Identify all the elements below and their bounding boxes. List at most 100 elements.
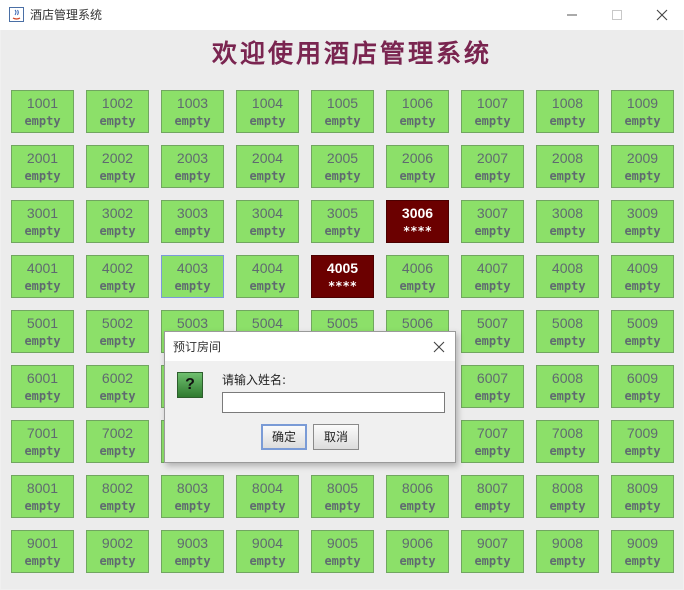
room-button-1007[interactable]: 1007 empty xyxy=(461,90,524,133)
room-button-9006[interactable]: 9006 empty xyxy=(386,530,449,573)
room-number: 1001 xyxy=(26,95,59,111)
room-button-1004[interactable]: 1004 empty xyxy=(236,90,299,133)
room-button-4003[interactable]: 4003 empty xyxy=(161,255,224,298)
room-button-3009[interactable]: 3009 empty xyxy=(611,200,674,243)
room-status: empty xyxy=(24,224,61,238)
room-button-9001[interactable]: 9001 empty xyxy=(11,530,74,573)
room-button-5009[interactable]: 5009 empty xyxy=(611,310,674,353)
room-button-5001[interactable]: 5001 empty xyxy=(11,310,74,353)
room-button-1003[interactable]: 1003 empty xyxy=(161,90,224,133)
room-button-6002[interactable]: 6002 empty xyxy=(86,365,149,408)
room-button-3008[interactable]: 3008 empty xyxy=(536,200,599,243)
room-button-9002[interactable]: 9002 empty xyxy=(86,530,149,573)
room-button-4002[interactable]: 4002 empty xyxy=(86,255,149,298)
confirm-button[interactable]: 确定 xyxy=(261,424,307,450)
minimize-button[interactable] xyxy=(549,0,594,30)
room-button-3005[interactable]: 3005 empty xyxy=(311,200,374,243)
room-button-9008[interactable]: 9008 empty xyxy=(536,530,599,573)
room-status: empty xyxy=(624,279,661,293)
room-button-9004[interactable]: 9004 empty xyxy=(236,530,299,573)
room-button-6001[interactable]: 6001 empty xyxy=(11,365,74,408)
room-number: 8005 xyxy=(326,480,359,496)
room-button-2007[interactable]: 2007 empty xyxy=(461,145,524,188)
room-number: 8009 xyxy=(626,480,659,496)
room-status: empty xyxy=(99,499,136,513)
close-icon xyxy=(433,341,445,353)
room-button-4005[interactable]: 4005 **** xyxy=(311,255,374,298)
room-button-8008[interactable]: 8008 empty xyxy=(536,475,599,518)
room-button-3006[interactable]: 3006 **** xyxy=(386,200,449,243)
room-button-4007[interactable]: 4007 empty xyxy=(461,255,524,298)
room-button-2001[interactable]: 2001 empty xyxy=(11,145,74,188)
room-button-4001[interactable]: 4001 empty xyxy=(11,255,74,298)
room-button-4008[interactable]: 4008 empty xyxy=(536,255,599,298)
room-button-1002[interactable]: 1002 empty xyxy=(86,90,149,133)
room-number: 6002 xyxy=(101,370,134,386)
room-number: 5001 xyxy=(26,315,59,331)
room-button-2006[interactable]: 2006 empty xyxy=(386,145,449,188)
cancel-button[interactable]: 取消 xyxy=(313,424,359,450)
room-button-6008[interactable]: 6008 empty xyxy=(536,365,599,408)
room-button-3004[interactable]: 3004 empty xyxy=(236,200,299,243)
room-number: 9004 xyxy=(251,535,284,551)
room-number: 5006 xyxy=(401,315,434,331)
room-number: 9001 xyxy=(26,535,59,551)
room-button-2004[interactable]: 2004 empty xyxy=(236,145,299,188)
room-button-5007[interactable]: 5007 empty xyxy=(461,310,524,353)
room-button-6009[interactable]: 6009 empty xyxy=(611,365,674,408)
room-button-3001[interactable]: 3001 empty xyxy=(11,200,74,243)
room-button-2002[interactable]: 2002 empty xyxy=(86,145,149,188)
dialog-close-button[interactable] xyxy=(429,337,449,357)
room-button-8001[interactable]: 8001 empty xyxy=(11,475,74,518)
room-button-4006[interactable]: 4006 empty xyxy=(386,255,449,298)
room-status: empty xyxy=(549,114,586,128)
room-button-8006[interactable]: 8006 empty xyxy=(386,475,449,518)
room-button-1009[interactable]: 1009 empty xyxy=(611,90,674,133)
room-button-7008[interactable]: 7008 empty xyxy=(536,420,599,463)
room-status: empty xyxy=(474,114,511,128)
room-button-4004[interactable]: 4004 empty xyxy=(236,255,299,298)
room-number: 1003 xyxy=(176,95,209,111)
room-number: 8001 xyxy=(26,480,59,496)
room-number: 1002 xyxy=(101,95,134,111)
room-button-8003[interactable]: 8003 empty xyxy=(161,475,224,518)
room-button-9009[interactable]: 9009 empty xyxy=(611,530,674,573)
room-button-3007[interactable]: 3007 empty xyxy=(461,200,524,243)
room-button-1001[interactable]: 1001 empty xyxy=(11,90,74,133)
maximize-button[interactable] xyxy=(594,0,639,30)
room-button-9005[interactable]: 9005 empty xyxy=(311,530,374,573)
room-button-2005[interactable]: 2005 empty xyxy=(311,145,374,188)
room-button-7001[interactable]: 7001 empty xyxy=(11,420,74,463)
room-button-6007[interactable]: 6007 empty xyxy=(461,365,524,408)
room-button-7007[interactable]: 7007 empty xyxy=(461,420,524,463)
room-button-8004[interactable]: 8004 empty xyxy=(236,475,299,518)
close-button[interactable] xyxy=(639,0,684,30)
room-button-8009[interactable]: 8009 empty xyxy=(611,475,674,518)
room-button-8002[interactable]: 8002 empty xyxy=(86,475,149,518)
room-button-5002[interactable]: 5002 empty xyxy=(86,310,149,353)
room-button-1006[interactable]: 1006 empty xyxy=(386,90,449,133)
guest-name-input[interactable] xyxy=(222,392,445,413)
room-number: 7009 xyxy=(626,425,659,441)
room-button-7002[interactable]: 7002 empty xyxy=(86,420,149,463)
room-button-9003[interactable]: 9003 empty xyxy=(161,530,224,573)
room-button-5008[interactable]: 5008 empty xyxy=(536,310,599,353)
room-number: 5002 xyxy=(101,315,134,331)
room-status: empty xyxy=(24,334,61,348)
room-number: 1008 xyxy=(551,95,584,111)
room-button-7009[interactable]: 7009 empty xyxy=(611,420,674,463)
room-number: 4003 xyxy=(176,260,209,276)
room-button-1008[interactable]: 1008 empty xyxy=(536,90,599,133)
room-button-8005[interactable]: 8005 empty xyxy=(311,475,374,518)
room-button-2008[interactable]: 2008 empty xyxy=(536,145,599,188)
room-button-9007[interactable]: 9007 empty xyxy=(461,530,524,573)
room-button-1005[interactable]: 1005 empty xyxy=(311,90,374,133)
room-button-2009[interactable]: 2009 empty xyxy=(611,145,674,188)
room-button-2003[interactable]: 2003 empty xyxy=(161,145,224,188)
room-button-3002[interactable]: 3002 empty xyxy=(86,200,149,243)
java-app-icon xyxy=(9,7,24,22)
room-button-8007[interactable]: 8007 empty xyxy=(461,475,524,518)
room-button-4009[interactable]: 4009 empty xyxy=(611,255,674,298)
room-button-3003[interactable]: 3003 empty xyxy=(161,200,224,243)
page-title: 欢迎使用酒店管理系统 xyxy=(211,39,492,68)
